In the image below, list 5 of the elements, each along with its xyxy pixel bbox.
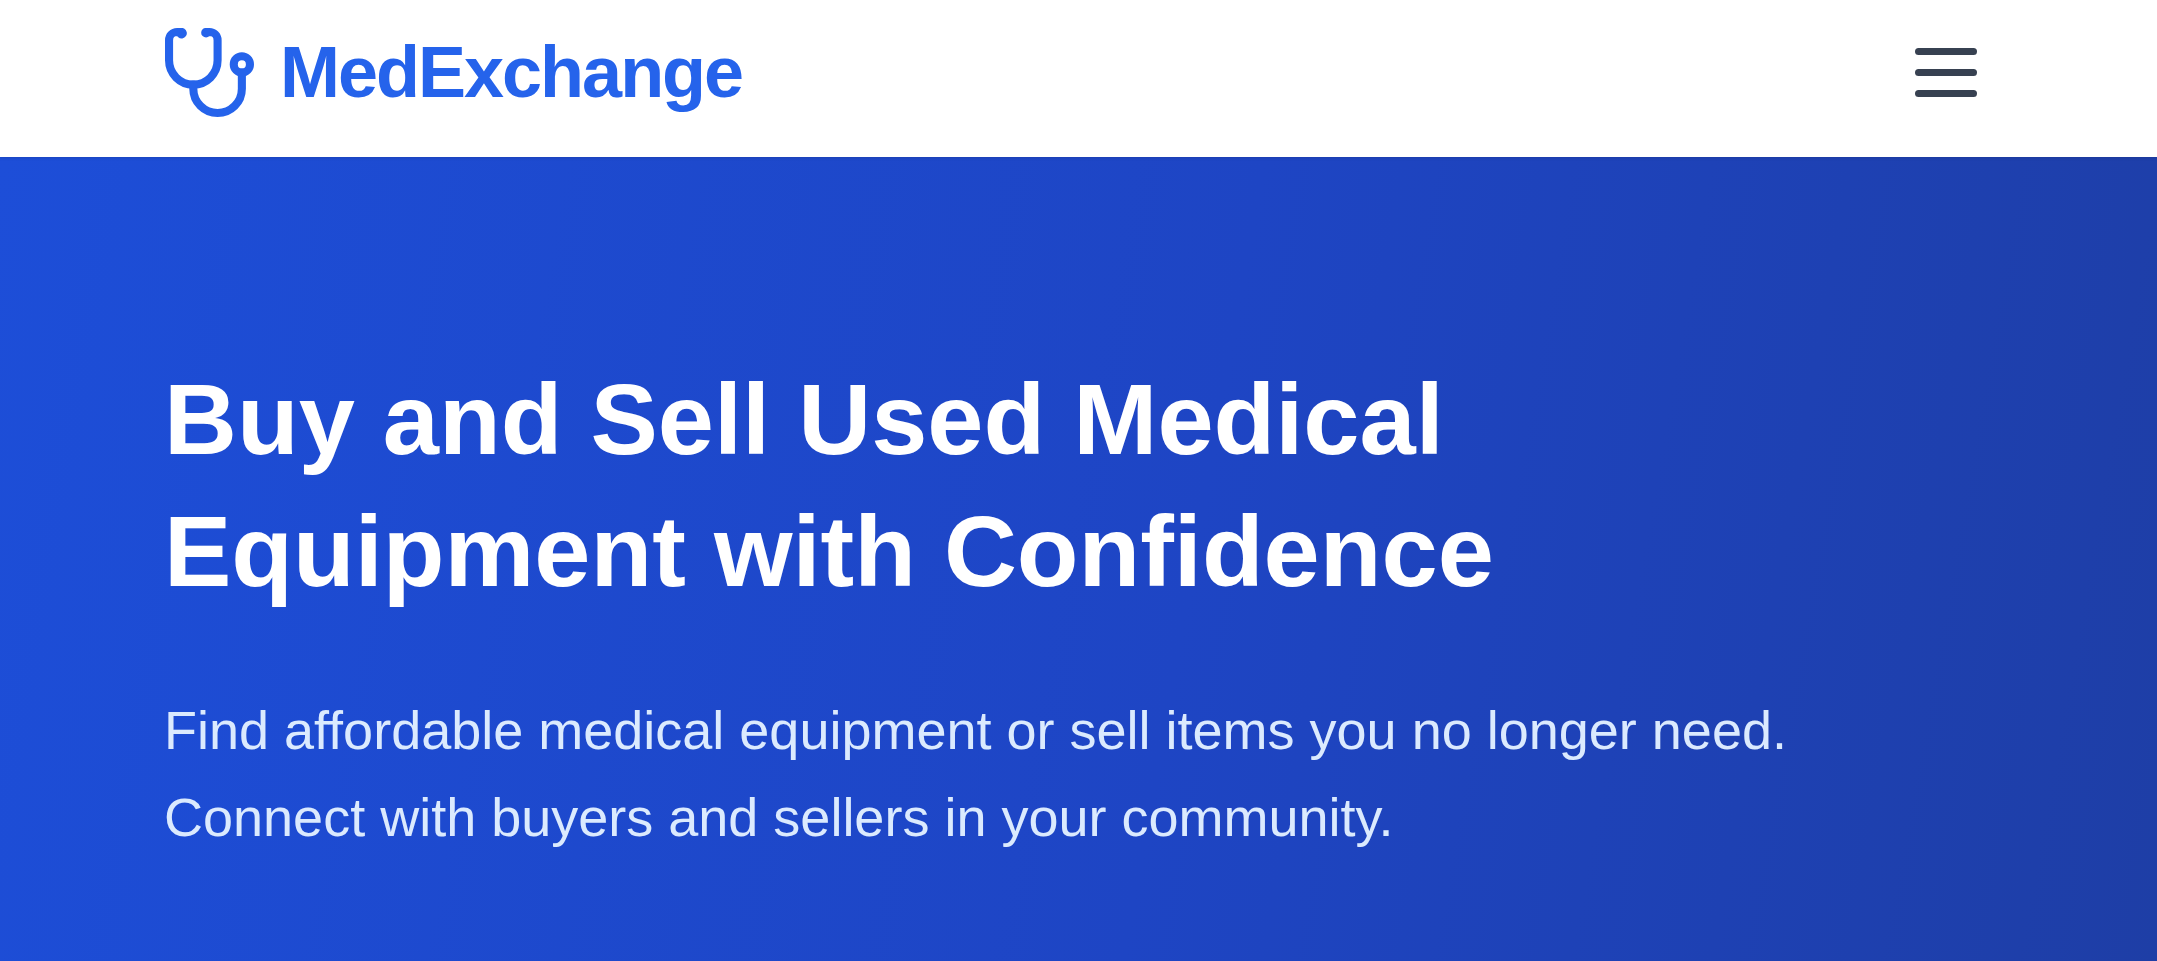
stethoscope-icon <box>165 27 254 117</box>
menu-icon <box>1915 47 1977 97</box>
hero-subtitle: Find affordable medical equipment or sell items you no longer need. Connect with buyers and sellers in your community. <box>164 699 1788 849</box>
menu-button[interactable] <box>1915 47 1977 97</box>
hero-title: Buy and Sell Used Medical Equipment with Confidence <box>164 362 1495 609</box>
